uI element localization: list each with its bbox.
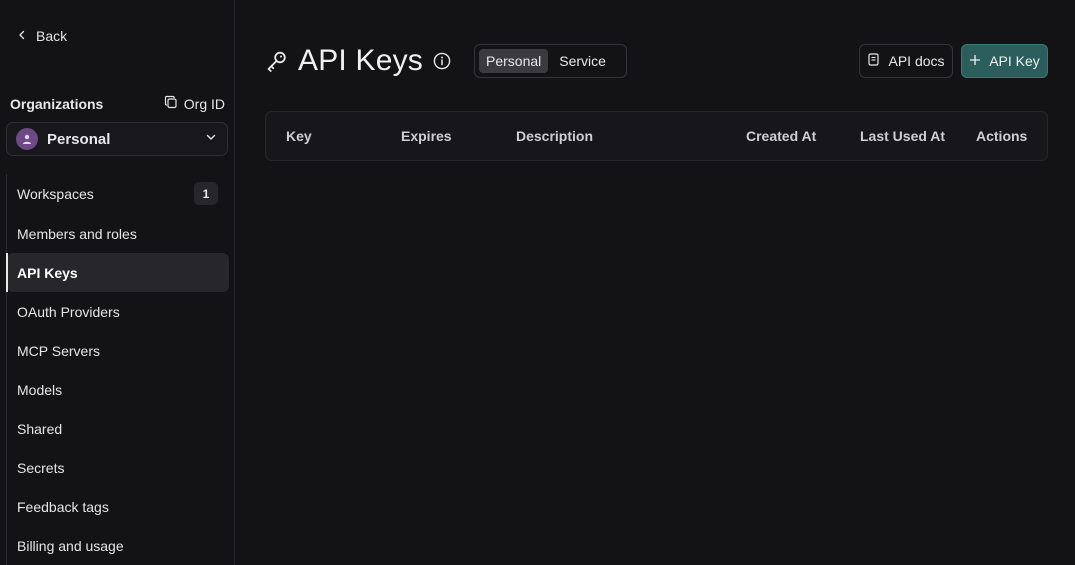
column-header-key[interactable]: Key	[286, 112, 312, 160]
column-header-last-used-at[interactable]: Last Used At	[860, 112, 945, 160]
sidebar-item-oauth-providers[interactable]: OAuth Providers	[7, 292, 229, 331]
sidebar: Back Organizations Org ID Personal Works…	[0, 0, 235, 565]
sidebar-item-mcp-servers[interactable]: MCP Servers	[7, 331, 229, 370]
column-header-expires[interactable]: Expires	[401, 112, 452, 160]
back-label: Back	[36, 28, 68, 44]
column-header-created-at[interactable]: Created At	[746, 112, 816, 160]
sidebar-item-api-keys[interactable]: API Keys	[6, 253, 229, 292]
key-type-toggle: Personal Service	[474, 44, 627, 78]
title-row: API Keys	[265, 42, 451, 80]
info-icon[interactable]	[433, 52, 451, 70]
sidebar-item-models[interactable]: Models	[7, 370, 229, 409]
api-docs-label: API docs	[888, 53, 945, 69]
copy-icon	[164, 95, 178, 112]
avatar	[16, 128, 38, 150]
sidebar-item-label: OAuth Providers	[17, 303, 120, 320]
sidebar-item-shared[interactable]: Shared	[7, 409, 229, 448]
add-api-key-button[interactable]: API Key	[961, 44, 1048, 78]
plus-icon	[969, 53, 981, 69]
org-id-label: Org ID	[183, 95, 225, 112]
chevron-left-icon	[16, 28, 28, 44]
key-icon	[265, 49, 289, 73]
sidebar-item-label: Workspaces	[17, 185, 94, 202]
user-icon	[23, 134, 31, 144]
org-header: Organizations Org ID	[10, 95, 225, 112]
sidebar-nav: Workspaces 1 Members and roles API Keys …	[6, 174, 229, 565]
api-keys-table: Key Expires Description Created At Last …	[265, 111, 1048, 161]
sidebar-item-label: Billing and usage	[17, 537, 124, 554]
tab-personal[interactable]: Personal	[479, 49, 549, 73]
chevron-down-icon	[205, 130, 217, 148]
copy-org-id-button[interactable]: Org ID	[164, 95, 225, 112]
count-badge: 1	[194, 182, 218, 205]
column-header-actions: Actions	[976, 128, 1028, 144]
sidebar-item-label: API Keys	[17, 264, 78, 281]
selected-org-name: Personal	[47, 130, 111, 148]
document-icon	[867, 53, 880, 69]
sidebar-item-feedback-tags[interactable]: Feedback tags	[7, 487, 229, 526]
back-button[interactable]: Back	[16, 26, 67, 46]
sidebar-item-workspaces[interactable]: Workspaces 1	[7, 174, 229, 213]
sidebar-item-label: Members and roles	[17, 225, 137, 242]
sidebar-item-label: Secrets	[17, 459, 65, 476]
org-section-title: Organizations	[10, 95, 104, 112]
sidebar-item-members-and-roles[interactable]: Members and roles	[7, 214, 229, 253]
main-content: API Keys Personal Service API docs API K…	[235, 0, 1075, 565]
page-title: API Keys	[298, 44, 423, 77]
sidebar-item-label: Feedback tags	[17, 498, 109, 515]
sidebar-item-label: MCP Servers	[17, 342, 100, 359]
api-docs-button[interactable]: API docs	[859, 44, 953, 78]
sidebar-item-billing-and-usage[interactable]: Billing and usage	[7, 526, 229, 565]
column-header-description[interactable]: Description	[516, 112, 593, 160]
sidebar-item-secrets[interactable]: Secrets	[7, 448, 229, 487]
tab-service[interactable]: Service	[552, 49, 613, 73]
sidebar-item-label: Shared	[17, 420, 63, 437]
add-api-key-label: API Key	[989, 53, 1040, 69]
sidebar-item-label: Models	[17, 381, 63, 398]
org-selector[interactable]: Personal	[6, 122, 228, 156]
